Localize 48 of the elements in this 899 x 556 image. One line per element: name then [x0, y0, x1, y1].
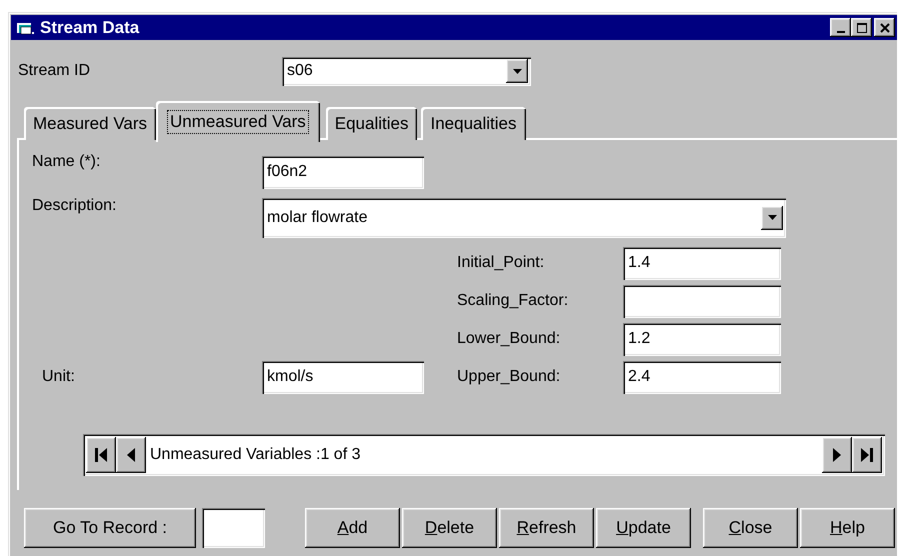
record-number-field[interactable] [202, 508, 265, 548]
bound-field[interactable] [623, 284, 781, 318]
field-label: Description: [32, 197, 118, 215]
maximize-button[interactable] [851, 18, 872, 37]
close-button[interactable]: Close [703, 508, 798, 548]
field-label: Lower_Bound: [457, 330, 562, 348]
dropdown-arrow-icon [766, 214, 778, 221]
first-icon [94, 447, 108, 463]
dropdown-value: molar flowrate [267, 208, 368, 226]
field-label: Scaling_Factor: [457, 292, 570, 310]
help-button[interactable]: Help [800, 508, 895, 548]
field-label: Stream ID [18, 62, 92, 80]
bound-field[interactable]: 2.4 [623, 360, 781, 394]
next-record-button[interactable] [822, 437, 852, 473]
dropdown-arrow-icon [512, 68, 522, 74]
update-button[interactable]: Update [596, 508, 691, 548]
bound-field[interactable]: 1.4 [623, 246, 781, 280]
tab[interactable]: Unmeasured Vars [156, 101, 320, 142]
field-label: Name (*): [32, 153, 102, 171]
dropdown-button[interactable] [506, 59, 528, 83]
window-title: Stream Data [40, 18, 140, 38]
maximize-icon [856, 22, 866, 32]
field-label: Upper_Bound: [457, 368, 562, 386]
minimize-icon [836, 31, 844, 33]
unit-field[interactable]: kmol/s [262, 360, 424, 394]
last-icon [860, 447, 874, 463]
dropdown-button[interactable] [761, 206, 783, 230]
field-label: Initial_Point: [457, 254, 546, 272]
navigator-caption: Unmeasured Variables :1 of 3 [149, 446, 362, 464]
tab[interactable]: Equalities [326, 107, 418, 140]
tab[interactable]: Inequalities [421, 107, 526, 140]
refresh-button[interactable]: Refresh [499, 508, 594, 548]
go-to-record-button[interactable]: Go To Record : [24, 508, 196, 548]
minimize-button[interactable] [830, 18, 851, 37]
stream-id-dropdown[interactable]: s06 [282, 56, 531, 86]
delete-button[interactable]: Delete [402, 508, 497, 548]
close-button[interactable] [874, 18, 895, 37]
tab[interactable]: Measured Vars [24, 107, 156, 140]
close-icon [880, 22, 890, 32]
previous-record-button[interactable] [116, 437, 146, 473]
bound-field[interactable]: 1.2 [623, 322, 781, 356]
first-record-button[interactable] [86, 437, 116, 473]
add-button[interactable]: Add [305, 508, 400, 548]
description-dropdown[interactable]: molar flowrate [262, 198, 786, 238]
last-record-button[interactable] [852, 437, 882, 473]
dropdown-value: s06 [287, 62, 313, 80]
field-label: Unit: [42, 368, 76, 386]
name-field[interactable]: f06n2 [262, 156, 424, 188]
